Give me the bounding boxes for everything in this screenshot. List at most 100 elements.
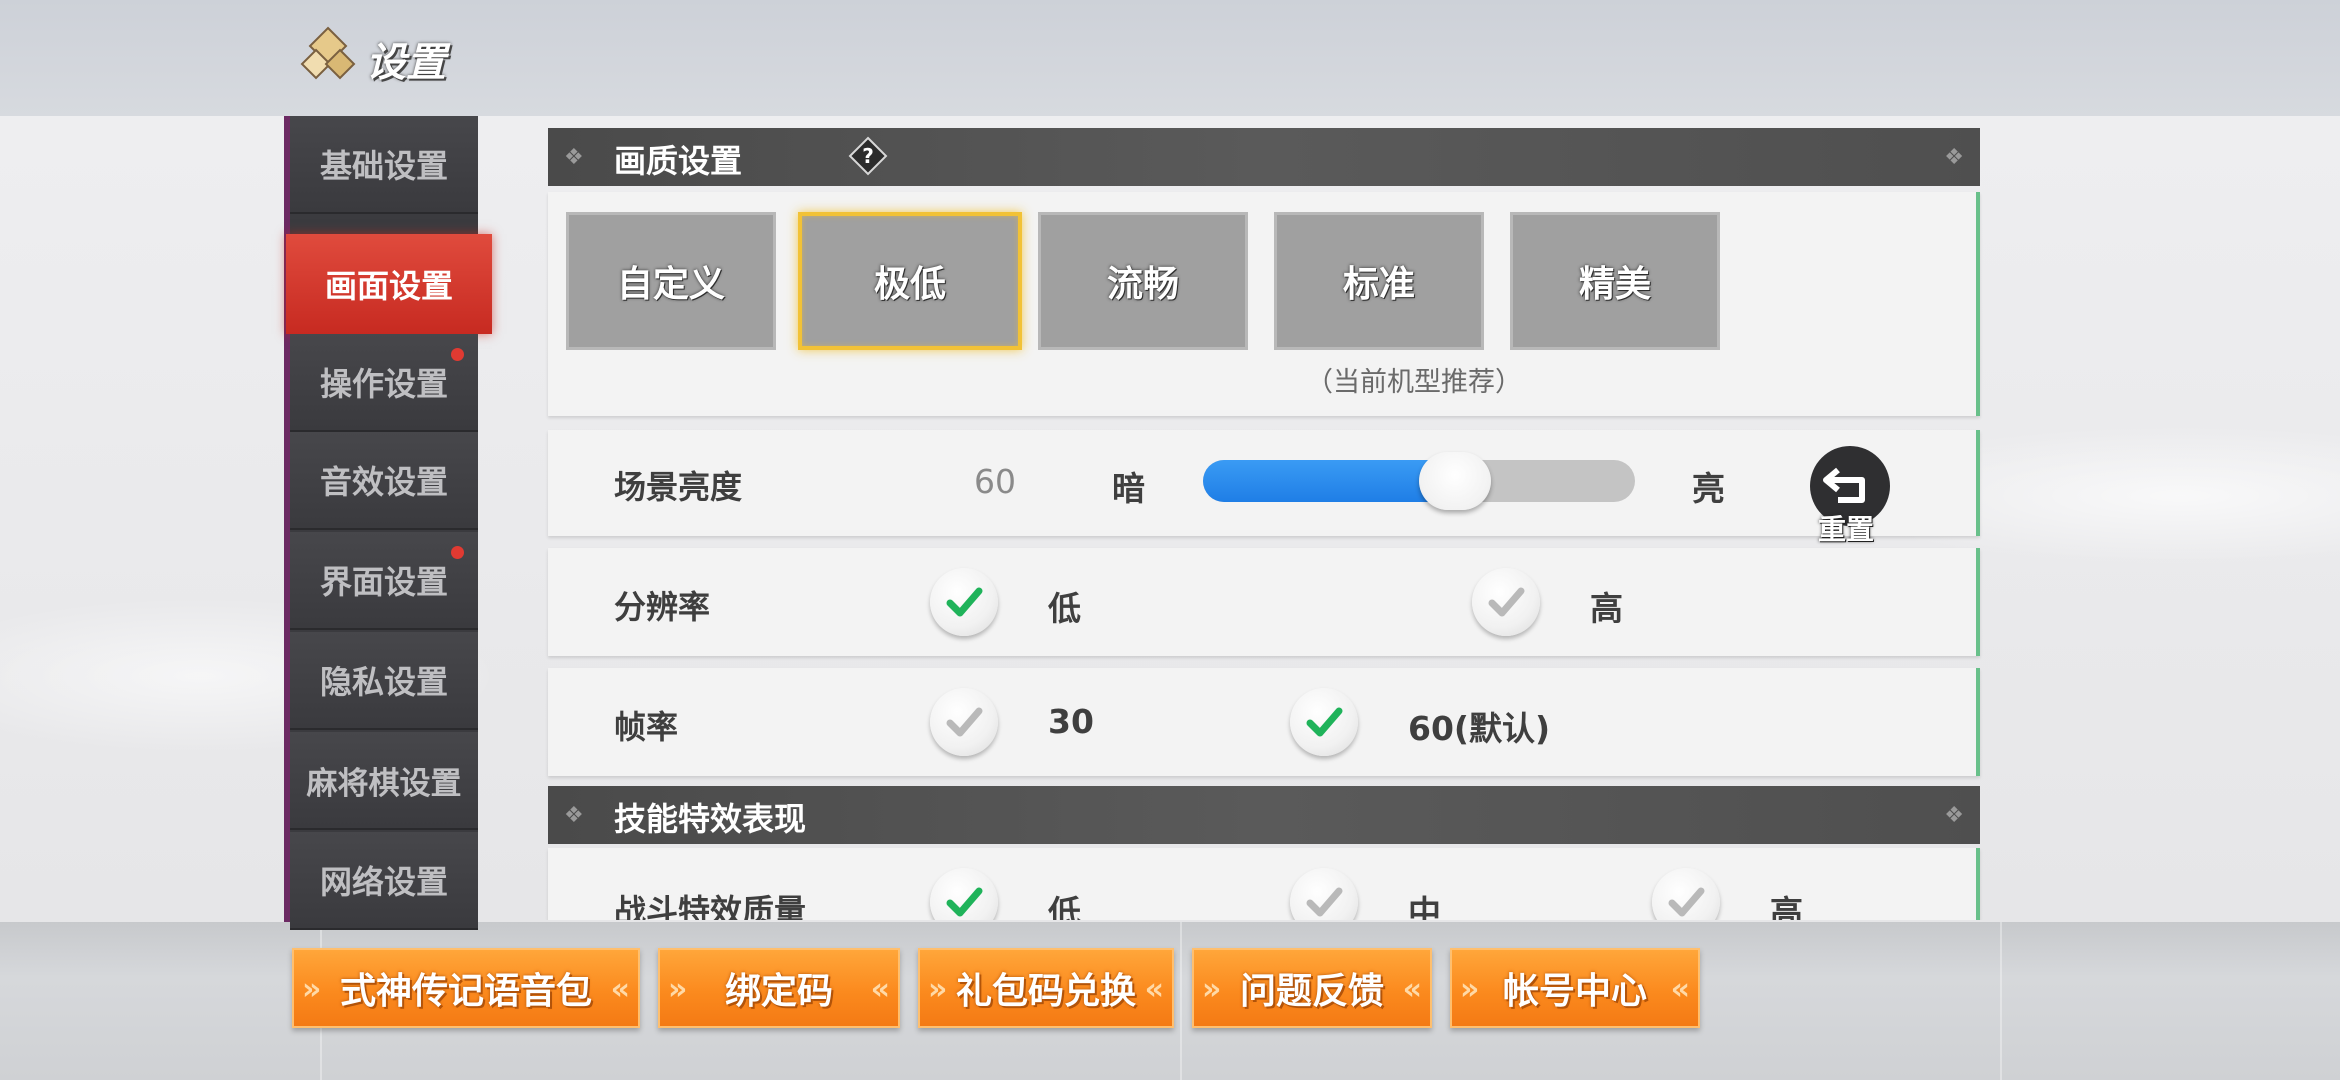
- check-icon: [1306, 887, 1343, 917]
- sidebar-item-label: 隐私设置: [319, 663, 448, 701]
- gift-code-button[interactable]: » 礼包码兑换 «: [918, 948, 1174, 1028]
- sidebar-item-label: 画面设置: [324, 267, 453, 305]
- resolution-row: 分辨率 低 高: [548, 548, 1980, 656]
- settings-sidebar: 基础设置 画面设置 操作设置 音效设置 界面设置 隐私设置 麻将棋设置 网络设置: [284, 116, 492, 930]
- sidebar-item-label: 操作设置: [319, 365, 448, 403]
- sidebar-item-label: 界面设置: [319, 563, 448, 601]
- chevron-left-icon: «: [1402, 972, 1422, 1007]
- chevron-right-icon: »: [1202, 972, 1222, 1007]
- resolution-high-label: 高: [1590, 589, 1623, 628]
- chevron-right-icon: »: [1460, 972, 1480, 1007]
- preset-label: 流畅: [1106, 264, 1179, 305]
- preset-custom-button[interactable]: 自定义: [566, 212, 776, 350]
- framerate-row: 帧率 30 60(默认): [548, 668, 1980, 776]
- resolution-low-checkbox[interactable]: [930, 568, 998, 636]
- sidebar-item-interface[interactable]: 界面设置: [290, 532, 478, 630]
- preset-very-low-button[interactable]: 极低: [798, 212, 1022, 350]
- effect-quality-row: 战斗特效质量 低 中 高: [548, 848, 1980, 920]
- preset-label: 自定义: [616, 264, 725, 305]
- resolution-high-checkbox[interactable]: [1472, 568, 1540, 636]
- bind-code-button[interactable]: » 绑定码 «: [658, 948, 900, 1028]
- chevron-right-icon: »: [668, 972, 688, 1007]
- recommend-note: （当前机型推荐）: [1306, 367, 1522, 398]
- check-icon: [946, 587, 983, 617]
- preset-label: 极低: [873, 264, 946, 305]
- floor-tile-line: [1180, 922, 1182, 1080]
- notification-dot: [451, 348, 464, 361]
- ornament-diamond-icon: ❖: [564, 803, 584, 828]
- brightness-max-label: 亮: [1692, 469, 1725, 508]
- framerate-30-label: 30: [1048, 702, 1094, 741]
- chevron-right-icon: »: [928, 972, 948, 1007]
- framerate-60-checkbox[interactable]: [1290, 688, 1358, 756]
- brightness-slider[interactable]: [1203, 452, 1635, 510]
- framerate-60-label: 60(默认): [1408, 709, 1551, 748]
- quality-section-header: ❖ 画质设置 ? ❖: [548, 128, 1980, 186]
- floor-tile-line: [2000, 922, 2002, 1080]
- effect-high-label: 高: [1770, 893, 1803, 920]
- preset-smooth-button[interactable]: 流畅: [1038, 212, 1248, 350]
- effect-low-label: 低: [1048, 893, 1081, 920]
- svg-text:?: ?: [862, 144, 874, 168]
- voice-pack-button[interactable]: » 式神传记语音包 «: [292, 948, 640, 1028]
- preset-standard-button[interactable]: 标准: [1274, 212, 1484, 350]
- sidebar-item-controls[interactable]: 操作设置: [290, 334, 478, 432]
- page-title: 设置: [366, 40, 446, 86]
- ornament-diamond-icon: ❖: [1944, 145, 1964, 170]
- account-center-button[interactable]: » 帐号中心 «: [1450, 948, 1700, 1028]
- brightness-value: 60: [974, 462, 1016, 501]
- check-icon: [1668, 887, 1705, 917]
- slider-fill: [1203, 460, 1455, 502]
- quality-preset-panel: 自定义 极低 流畅 标准 精美 （当前机型推荐）: [548, 192, 1980, 416]
- settings-logo-icon: [300, 26, 356, 80]
- chevron-left-icon: «: [1670, 972, 1690, 1007]
- sidebar-item-mahjong[interactable]: 麻将棋设置: [290, 732, 478, 830]
- slider-thumb[interactable]: [1419, 452, 1491, 510]
- preset-label: 标准: [1342, 264, 1415, 305]
- sidebar-item-label: 基础设置: [319, 147, 448, 185]
- framerate-label: 帧率: [614, 708, 679, 746]
- sidebar-item-label: 麻将棋设置: [306, 765, 462, 802]
- preset-label: 精美: [1578, 264, 1651, 305]
- chevron-left-icon: «: [1144, 972, 1164, 1007]
- notification-dot: [451, 546, 464, 559]
- scroll-clip: 战斗特效质量 低 中 高: [0, 848, 2340, 920]
- check-icon: [946, 887, 983, 917]
- framerate-30-checkbox[interactable]: [930, 688, 998, 756]
- brightness-label: 场景亮度: [614, 468, 743, 506]
- resolution-low-label: 低: [1048, 589, 1081, 628]
- reset-label: 重置: [1818, 513, 1875, 546]
- effect-quality-label: 战斗特效质量: [614, 892, 807, 920]
- check-icon: [1488, 587, 1525, 617]
- effect-mid-label: 中: [1408, 893, 1441, 920]
- sidebar-item-privacy[interactable]: 隐私设置: [290, 632, 478, 730]
- chevron-right-icon: »: [302, 972, 322, 1007]
- sidebar-item-audio[interactable]: 音效设置: [290, 432, 478, 530]
- ornament-diamond-icon: ❖: [1944, 803, 1964, 828]
- brightness-row: 场景亮度 60 暗 亮 重置: [548, 430, 1980, 546]
- check-icon: [1306, 707, 1343, 737]
- check-icon: [946, 707, 983, 737]
- help-question-icon[interactable]: ?: [848, 136, 888, 176]
- effect-low-checkbox[interactable]: [930, 868, 998, 920]
- chevron-left-icon: «: [610, 972, 630, 1007]
- sidebar-item-basic[interactable]: 基础设置: [290, 116, 478, 214]
- chevron-left-icon: «: [870, 972, 890, 1007]
- effect-high-checkbox[interactable]: [1652, 868, 1720, 920]
- sidebar-item-label: 音效设置: [319, 463, 448, 501]
- button-label: 式神传记语音包: [339, 971, 592, 1012]
- section-title: 技能特效表现: [614, 800, 807, 838]
- resolution-label: 分辨率: [614, 588, 711, 626]
- button-label: 绑定码: [724, 971, 833, 1012]
- feedback-button[interactable]: » 问题反馈 «: [1192, 948, 1432, 1028]
- ornament-diamond-icon: ❖: [564, 145, 584, 170]
- button-label: 问题反馈: [1239, 971, 1384, 1012]
- button-label: 礼包码兑换: [955, 971, 1136, 1012]
- skill-section-header: ❖ 技能特效表现 ❖: [548, 786, 1980, 844]
- effect-mid-checkbox[interactable]: [1290, 868, 1358, 920]
- sidebar-item-display[interactable]: 画面设置: [286, 234, 492, 334]
- section-title: 画质设置: [614, 142, 743, 180]
- button-label: 帐号中心: [1502, 971, 1647, 1012]
- brightness-min-label: 暗: [1112, 469, 1145, 508]
- preset-fine-button[interactable]: 精美: [1510, 212, 1720, 350]
